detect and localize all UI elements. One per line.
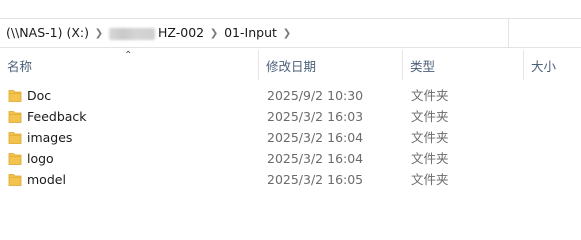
sort-ascending-icon: ⌃ (124, 50, 133, 61)
folder-icon (8, 174, 22, 186)
breadcrumb-root[interactable]: (\\NAS-1) (X:) (2, 22, 93, 44)
folder-icon (8, 153, 22, 165)
file-date: 2025/3/2 16:03 (267, 109, 364, 124)
folder-icon (8, 111, 22, 123)
breadcrumb: (\\NAS-1) (X:) ❯ HZ-002 ❯ 01-Input ❯ (2, 19, 293, 47)
column-divider[interactable] (258, 50, 259, 80)
list-item[interactable]: Feedback 2025/3/2 16:03 文件夹 (0, 106, 581, 127)
file-name: model (27, 172, 66, 187)
folder-icon (8, 132, 22, 144)
file-type: 文件夹 (411, 172, 449, 187)
file-name: Feedback (27, 109, 87, 124)
breadcrumb-folder-label: HZ-002 (157, 25, 205, 40)
folder-icon (8, 90, 22, 102)
address-bar[interactable]: (\\NAS-1) (X:) ❯ HZ-002 ❯ 01-Input ❯ (0, 18, 581, 48)
list-item[interactable]: Doc 2025/9/2 10:30 文件夹 (0, 85, 581, 106)
file-type: 文件夹 (411, 109, 449, 124)
breadcrumb-current[interactable]: 01-Input (220, 22, 281, 44)
chevron-right-icon[interactable]: ❯ (281, 22, 293, 44)
file-name: images (27, 130, 73, 145)
chevron-right-icon[interactable]: ❯ (93, 22, 105, 44)
list-item[interactable]: images 2025/3/2 16:04 文件夹 (0, 127, 581, 148)
column-size[interactable]: 大小 (531, 59, 556, 75)
file-date: 2025/3/2 16:04 (267, 151, 364, 166)
breadcrumb-folder[interactable]: HZ-002 (105, 22, 208, 44)
address-bar-end (508, 19, 581, 47)
file-type: 文件夹 (411, 130, 449, 145)
file-name: logo (27, 151, 54, 166)
column-divider[interactable] (523, 50, 524, 80)
chevron-right-icon[interactable]: ❯ (208, 22, 220, 44)
column-header: ⌃ 名称 修改日期 类型 大小 (0, 50, 581, 80)
column-name[interactable]: 名称 (7, 59, 32, 75)
list-item[interactable]: model 2025/3/2 16:05 文件夹 (0, 169, 581, 190)
column-divider[interactable] (402, 50, 403, 80)
file-type: 文件夹 (411, 88, 449, 103)
redacted-text (108, 27, 155, 40)
file-type: 文件夹 (411, 151, 449, 166)
file-explorer-window: (\\NAS-1) (X:) ❯ HZ-002 ❯ 01-Input ❯ ⌃ 名… (0, 0, 581, 213)
file-date: 2025/9/2 10:30 (267, 88, 364, 103)
column-date[interactable]: 修改日期 (266, 59, 316, 75)
file-date: 2025/3/2 16:05 (267, 172, 364, 187)
file-date: 2025/3/2 16:04 (267, 130, 364, 145)
column-type[interactable]: 类型 (410, 59, 435, 75)
list-item[interactable]: logo 2025/3/2 16:04 文件夹 (0, 148, 581, 169)
file-name: Doc (27, 88, 52, 103)
